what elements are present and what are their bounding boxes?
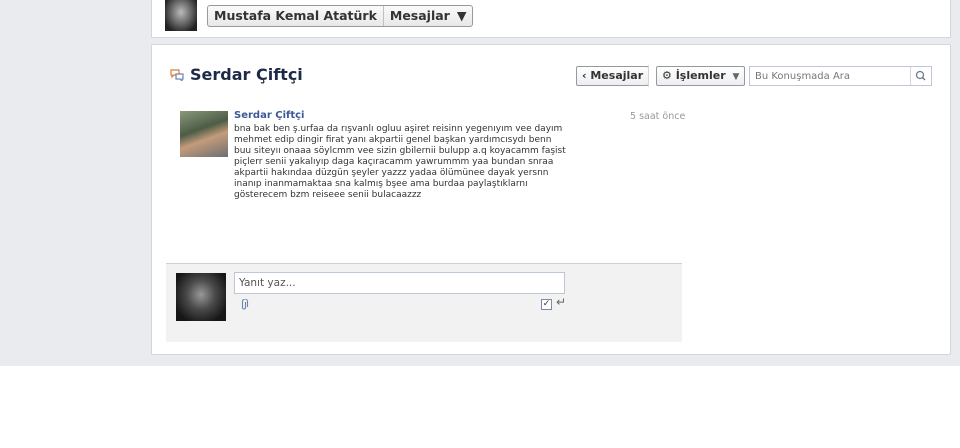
message-line: bna bak ben ş.urfaa da rışvanlı ogluu aş… bbox=[234, 124, 563, 134]
conversation-header: Serdar Çiftçi bbox=[170, 65, 303, 84]
message-line: akpartii hakındaa düzgün şeyler yazzz ya… bbox=[234, 168, 549, 178]
messages-icon bbox=[170, 68, 184, 81]
chevron-down-icon: ▼ bbox=[732, 72, 740, 82]
quick-reply-checkbox[interactable]: ✓ bbox=[541, 299, 552, 310]
conversation-search bbox=[749, 66, 932, 86]
top-header: Mustafa Kemal Atatürk Mesajlar ▼ bbox=[151, 0, 951, 38]
paperclip-icon[interactable] bbox=[239, 299, 249, 311]
user-name-link[interactable]: Mustafa Kemal Atatürk bbox=[208, 6, 383, 26]
page-title: Serdar Çiftçi bbox=[190, 65, 303, 84]
chevron-down-icon: ▼ bbox=[456, 8, 467, 23]
sender-avatar[interactable] bbox=[180, 111, 228, 157]
message-line: inanıp inanmamaktaa sna kalmış bşee ama … bbox=[234, 179, 528, 189]
reply-input[interactable] bbox=[235, 273, 564, 293]
message-line: buu siteyıı onaaa söylcmm vee sizin gbil… bbox=[234, 146, 566, 156]
search-input[interactable] bbox=[750, 67, 910, 85]
enter-key-icon: ↵ bbox=[556, 295, 567, 309]
sender-name-link[interactable]: Serdar Çiftçi bbox=[234, 110, 574, 121]
back-to-messages-button[interactable]: ‹ Mesajlar bbox=[576, 66, 650, 86]
messages-menu-label: Mesajlar bbox=[389, 8, 450, 23]
message-line: mehmet edip dingir firat yanı akpartii g… bbox=[234, 135, 552, 145]
actions-menu-button[interactable]: ⚙ İşlemler ▼ bbox=[656, 66, 746, 86]
message-timestamp: 5 saat önce bbox=[630, 111, 686, 122]
user-avatar[interactable] bbox=[165, 0, 197, 31]
breadcrumb: Mustafa Kemal Atatürk Mesajlar ▼ bbox=[207, 5, 474, 27]
reply-field-wrapper bbox=[234, 272, 565, 294]
current-user-avatar bbox=[176, 273, 226, 321]
conversation-panel: Serdar Çiftçi ‹ Mesajlar ⚙ İşlemler ▼ Se… bbox=[151, 44, 951, 355]
search-icon[interactable] bbox=[910, 67, 931, 85]
messages-menu[interactable]: Mesajlar ▼ bbox=[384, 6, 473, 26]
message-text: bna bak ben ş.urfaa da rışvanlı ogluu aş… bbox=[234, 124, 574, 201]
toolbar-divider bbox=[648, 65, 649, 87]
reply-composer: ✓ ↵ bbox=[166, 263, 682, 342]
message-line: piçlerr senii yakalıyıp daga kaçıracamm … bbox=[234, 157, 554, 167]
actions-menu-label: ⚙ İşlemler bbox=[662, 69, 726, 82]
message-line: gösterecem bzm reiseee senii bulacaazzz bbox=[234, 190, 422, 200]
message-item: Serdar Çiftçi bna bak ben ş.urfaa da rış… bbox=[234, 110, 574, 201]
